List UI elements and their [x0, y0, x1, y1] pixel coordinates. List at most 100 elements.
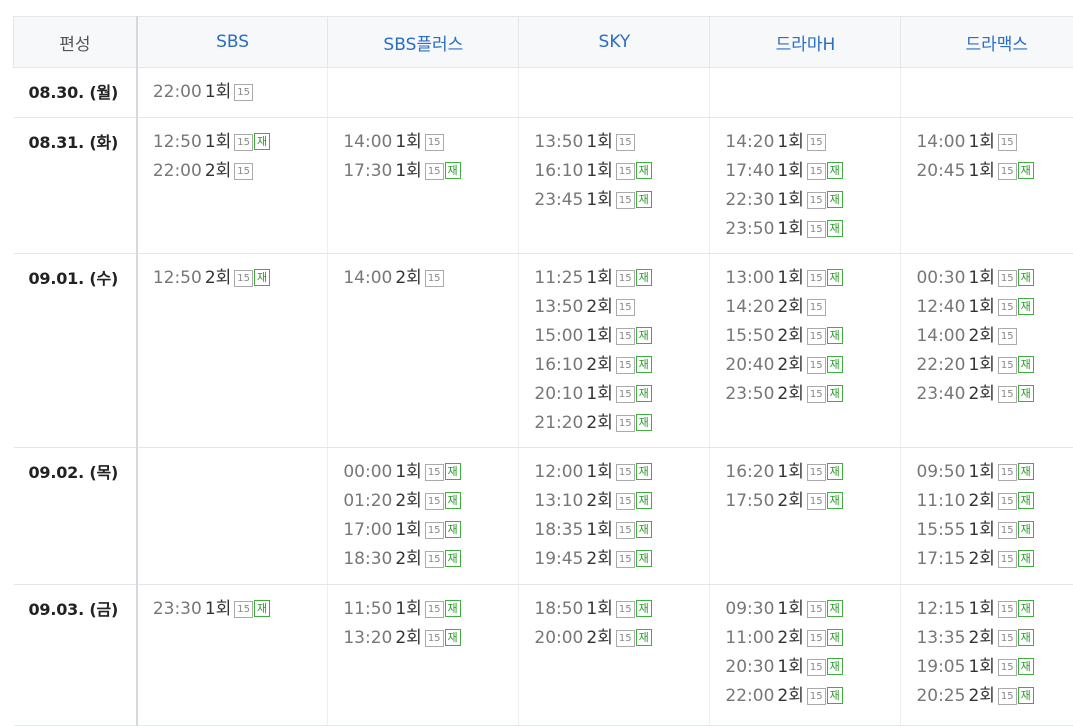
- slot-cell: 00:001회15재01:202회15재17:001회15재18:302회15재: [328, 448, 519, 585]
- airtime: 14:00: [916, 132, 965, 152]
- age-rating-badge: 15: [425, 522, 444, 539]
- rerun-badge: 재: [636, 600, 652, 617]
- slot-cell: 12:001회15재13:102회15재18:351회15재19:452회15재: [519, 448, 710, 585]
- rerun-badge: 재: [827, 658, 843, 675]
- slot-cell: 13:501회1516:101회15재23:451회15재: [519, 118, 710, 254]
- channel-header-dramax[interactable]: 드라맥스: [901, 17, 1073, 68]
- airtime: 21:20: [534, 413, 583, 433]
- episode-number: 1회: [395, 520, 421, 540]
- schedule-entry: 20:002회15재: [534, 624, 709, 653]
- airtime: 11:10: [916, 491, 965, 511]
- rerun-badge: 재: [1018, 600, 1034, 617]
- age-rating-badge: 15: [807, 192, 826, 209]
- schedule-entry: 22:002회15재: [725, 682, 900, 711]
- episode-number: 2회: [395, 549, 421, 569]
- airtime: 12:50: [153, 268, 202, 288]
- airtime: 22:00: [153, 161, 202, 181]
- episode-number: 2회: [777, 628, 803, 648]
- age-rating-badge: 15: [998, 551, 1017, 568]
- airtime: 14:00: [916, 326, 965, 346]
- date-column-header: 편성: [14, 17, 137, 68]
- age-rating-badge: 15: [998, 659, 1017, 676]
- schedule-entry: 16:102회15재: [534, 351, 709, 380]
- episode-number: 1회: [586, 384, 612, 404]
- episode-number: 1회: [968, 161, 994, 181]
- rerun-badge: 재: [1018, 385, 1034, 402]
- episode-number: 1회: [205, 132, 231, 152]
- schedule-row: 09.03. (금) 23:301회15재 11:501회15재13:202회1…: [14, 585, 1073, 726]
- episode-number: 1회: [586, 161, 612, 181]
- schedule-entry: 12:401회15재: [916, 293, 1073, 322]
- episode-number: 1회: [968, 132, 994, 152]
- slot-cell: [519, 68, 710, 118]
- age-rating-badge: 15: [616, 415, 635, 432]
- episode-number: 2회: [586, 628, 612, 648]
- airtime: 15:55: [916, 520, 965, 540]
- slot-cell: 14:001회1520:451회15재: [901, 118, 1073, 254]
- airtime: 23:30: [153, 599, 202, 619]
- airtime: 20:10: [534, 384, 583, 404]
- schedule-entry: 01:202회15재: [343, 487, 518, 516]
- rerun-badge: 재: [827, 220, 843, 237]
- age-rating-badge: 15: [807, 659, 826, 676]
- episode-number: 1회: [968, 355, 994, 375]
- schedule-row: 08.31. (화) 12:501회15재22:002회15 14:001회15…: [14, 118, 1073, 254]
- schedule-entry: 15:001회15재: [534, 322, 709, 351]
- airtime: 14:00: [343, 132, 392, 152]
- episode-number: 1회: [968, 599, 994, 619]
- rerun-badge: 재: [827, 600, 843, 617]
- episode-number: 2회: [586, 297, 612, 317]
- rerun-badge: 재: [445, 521, 461, 538]
- slot-cell: 12:151회15재13:352회15재19:051회15재20:252회15재: [901, 585, 1073, 726]
- schedule-entry: 14:201회15: [725, 128, 900, 157]
- rerun-badge: 재: [636, 629, 652, 646]
- slot-cell: 12:502회15재: [137, 254, 328, 448]
- age-rating-badge: 15: [425, 493, 444, 510]
- slot-cell: 14:201회1517:401회15재22:301회15재23:501회15재: [710, 118, 901, 254]
- rerun-badge: 재: [254, 269, 270, 286]
- schedule-entry: 12:501회15재: [153, 128, 328, 157]
- airtime: 22:20: [916, 355, 965, 375]
- airtime: 20:40: [725, 355, 774, 375]
- age-rating-badge: 15: [616, 522, 635, 539]
- channel-header-sky[interactable]: SKY: [519, 17, 710, 68]
- schedule-entry: 12:151회15재: [916, 595, 1073, 624]
- slot-cell: 12:501회15재22:002회15: [137, 118, 328, 254]
- age-rating-badge: 15: [616, 134, 635, 151]
- rerun-badge: 재: [827, 356, 843, 373]
- age-rating-badge: 15: [616, 357, 635, 374]
- rerun-badge: 재: [1018, 658, 1034, 675]
- channel-header-sbs-plus[interactable]: SBS플러스: [328, 17, 519, 68]
- schedule-entry: 00:001회15재: [343, 458, 518, 487]
- age-rating-badge: 15: [234, 270, 253, 287]
- schedule-entry: 09:301회15재: [725, 595, 900, 624]
- episode-number: 2회: [777, 491, 803, 511]
- airtime: 13:20: [343, 628, 392, 648]
- age-rating-badge: 15: [616, 551, 635, 568]
- age-rating-badge: 15: [998, 357, 1017, 374]
- schedule-entry: 14:002회15: [343, 264, 518, 293]
- age-rating-badge: 15: [807, 357, 826, 374]
- age-rating-badge: 15: [616, 163, 635, 180]
- channel-header-drama-h[interactable]: 드라마H: [710, 17, 901, 68]
- age-rating-badge: 15: [807, 328, 826, 345]
- episode-number: 1회: [968, 297, 994, 317]
- date-label: 09.02. (목): [14, 448, 137, 585]
- age-rating-badge: 15: [425, 464, 444, 481]
- slot-cell: [137, 448, 328, 585]
- age-rating-badge: 15: [425, 270, 444, 287]
- rerun-badge: 재: [636, 327, 652, 344]
- rerun-badge: 재: [445, 629, 461, 646]
- channel-header-sbs[interactable]: SBS: [137, 17, 328, 68]
- airtime: 19:45: [534, 549, 583, 569]
- episode-number: 1회: [205, 599, 231, 619]
- rerun-badge: 재: [636, 463, 652, 480]
- airtime: 20:00: [534, 628, 583, 648]
- airtime: 12:00: [534, 462, 583, 482]
- schedule-entry: 11:251회15재: [534, 264, 709, 293]
- airtime: 16:10: [534, 355, 583, 375]
- episode-number: 1회: [777, 268, 803, 288]
- schedule-entry: 17:001회15재: [343, 516, 518, 545]
- slot-cell: 09:501회15재11:102회15재15:551회15재17:152회15재: [901, 448, 1073, 585]
- airtime: 23:50: [725, 219, 774, 239]
